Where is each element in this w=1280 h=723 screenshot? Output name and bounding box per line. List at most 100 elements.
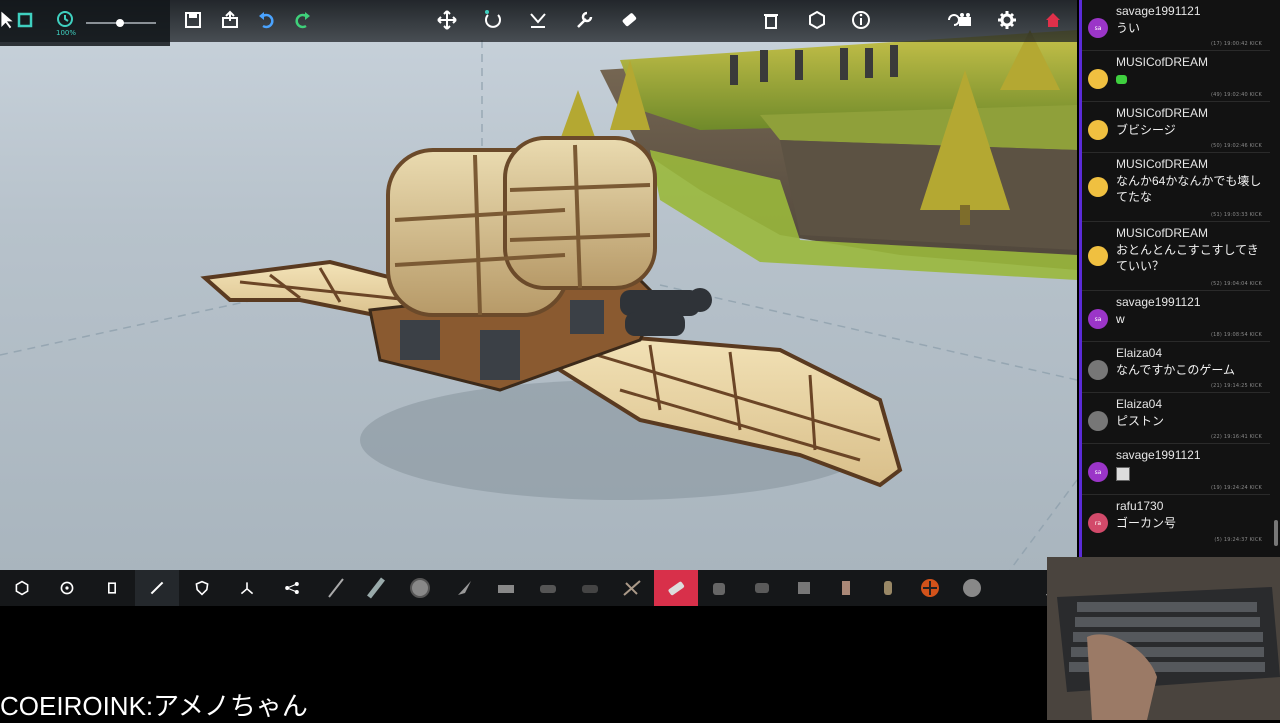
webcam-feed [1047, 557, 1280, 720]
wrench-icon[interactable] [569, 6, 599, 34]
chat-scrollbar[interactable] [1272, 0, 1278, 557]
chat-message: MUSICofDREAM ブビシージ (50) 19:02:46 KICK [1082, 102, 1270, 153]
avatar: sa [1088, 462, 1108, 482]
category-weapon-icon[interactable] [135, 570, 179, 606]
chat-message: MUSICofDREAM なんか64かなんかでも壊してたな (51) 19:03… [1082, 153, 1270, 222]
drill-block[interactable] [442, 570, 486, 606]
chat-message: sa savage1991121 (19) 19:24:24 KICK [1082, 444, 1270, 495]
mirror-icon[interactable] [523, 6, 553, 34]
category-automation-icon[interactable] [270, 570, 314, 606]
avatar [1088, 120, 1108, 140]
chat-meta: (21) 19:14:25 KICK [1210, 383, 1262, 389]
hexagon-icon[interactable] [802, 6, 832, 34]
trash-icon[interactable] [756, 6, 786, 34]
grenade-block[interactable] [866, 570, 910, 606]
chat-message: MUSICofDREAM (49) 19:02:40 KICK [1082, 51, 1270, 102]
chat-username[interactable]: savage1991121 [1116, 448, 1201, 462]
spike-block[interactable] [314, 570, 358, 606]
keyboard-image [1047, 557, 1280, 720]
rocket-block[interactable] [908, 570, 952, 606]
subtitle-caption: COEIROINK:アメノちゃん [0, 691, 308, 721]
flamethrower-block[interactable] [654, 570, 698, 606]
chat-image-icon [1116, 464, 1266, 485]
chat-username[interactable]: Elaiza04 [1116, 346, 1162, 360]
chat-username[interactable]: MUSICofDREAM [1116, 226, 1208, 240]
chat-meta: (22) 19:16:41 KICK [1210, 434, 1262, 440]
chat-meta: (5) 19:24:37 KICK [1214, 537, 1262, 543]
chat-message: Elaiza04 ピストン (22) 19:16:41 KICK [1082, 393, 1270, 444]
chat-panel: sa savage1991121 うい (17) 19:00:42 KICK M… [1079, 0, 1280, 557]
time-scale-slider[interactable] [86, 19, 156, 27]
chat-emote-icon [1116, 71, 1266, 88]
chat-text: なんですかこのゲーム [1116, 363, 1236, 377]
chat-meta: (52) 19:04:04 KICK [1210, 281, 1262, 287]
save-icon[interactable] [178, 6, 208, 34]
category-basic-icon[interactable] [0, 570, 44, 606]
avatar [1088, 411, 1108, 431]
chat-message: Elaiza04 なんですかこのゲーム (21) 19:14:25 KICK [1082, 342, 1270, 393]
torch-block[interactable] [782, 570, 826, 606]
crossbow-block[interactable] [610, 570, 654, 606]
vacuum-block[interactable] [698, 570, 742, 606]
chat-meta: (17) 19:00:42 KICK [1210, 41, 1262, 47]
chat-username[interactable]: MUSICofDREAM [1116, 106, 1208, 120]
chat-message: sa savage1991121 うい (17) 19:00:42 KICK [1082, 0, 1270, 51]
chat-username[interactable]: MUSICofDREAM [1116, 157, 1208, 171]
chat-meta: (18) 19:08:54 KICK [1210, 332, 1262, 338]
chat-username[interactable]: Elaiza04 [1116, 397, 1162, 411]
avatar: sa [1088, 309, 1108, 329]
eraser-icon[interactable] [614, 6, 644, 34]
undo-icon[interactable] [252, 6, 282, 34]
fire-ball-block[interactable] [950, 570, 994, 606]
block-bar [0, 570, 1077, 606]
chat-username[interactable]: savage1991121 [1116, 4, 1201, 18]
chat-text: ピストン [1116, 414, 1165, 428]
square-select-icon[interactable] [10, 6, 40, 34]
avatar: sa [1088, 18, 1108, 38]
cannon-block[interactable] [526, 570, 570, 606]
chat-username[interactable]: MUSICofDREAM [1116, 55, 1208, 69]
top-toolbar: 100% [0, 0, 1077, 46]
settings-icon[interactable] [992, 6, 1022, 34]
chat-message: MUSICofDREAM おとんとんこすこすしてきていい？ (52) 19:04… [1082, 222, 1270, 291]
chat-username[interactable]: savage1991121 [1116, 295, 1201, 309]
info-icon[interactable] [846, 6, 876, 34]
avatar [1088, 69, 1108, 89]
circular-saw-block[interactable] [398, 570, 442, 606]
category-flight-icon[interactable] [225, 570, 269, 606]
blade-block[interactable] [354, 570, 398, 606]
chat-meta: (19) 19:24:24 KICK [1210, 485, 1262, 491]
chat-scrollbar-thumb[interactable] [1274, 520, 1278, 546]
chat-text: ブビシージ [1116, 123, 1176, 137]
camera-switch-icon[interactable] [940, 6, 980, 34]
chat-meta: (49) 19:02:40 KICK [1210, 92, 1262, 98]
bomb-block[interactable] [824, 570, 868, 606]
chat-meta: (50) 19:02:46 KICK [1210, 143, 1262, 149]
chat-text: なんか64かなんかでも壊してたな [1116, 174, 1262, 204]
rotate-icon[interactable] [478, 6, 508, 34]
avatar: ra [1088, 513, 1108, 533]
move-icon[interactable] [432, 6, 462, 34]
chat-text: ゴーカン号 [1116, 516, 1177, 530]
chat-text: うい [1116, 21, 1141, 35]
scene-render [0, 30, 1077, 570]
home-icon[interactable] [1038, 6, 1068, 34]
chat-message: sa savage1991121 w (18) 19:08:54 KICK [1082, 291, 1270, 342]
chat-username[interactable]: rafu1730 [1116, 499, 1163, 513]
spike-ball-block[interactable] [484, 570, 528, 606]
category-mechanical-icon[interactable] [90, 570, 134, 606]
time-scale-slider-knob[interactable] [115, 19, 124, 27]
category-wheel-icon[interactable] [45, 570, 89, 606]
avatar [1088, 177, 1108, 197]
game-viewport[interactable]: 100% [0, 0, 1077, 570]
chat-message: ra rafu1730 ゴーカン号 (5) 19:24:37 KICK [1082, 495, 1270, 546]
load-icon[interactable] [215, 6, 245, 34]
avatar [1088, 246, 1108, 266]
redo-icon[interactable] [287, 6, 317, 34]
category-armour-icon[interactable] [180, 570, 224, 606]
shrapnel-cannon-block[interactable] [568, 570, 612, 606]
avatar [1088, 360, 1108, 380]
time-scale-value: 100% [56, 29, 77, 37]
chat-meta: (51) 19:03:33 KICK [1210, 212, 1262, 218]
water-cannon-block[interactable] [740, 570, 784, 606]
